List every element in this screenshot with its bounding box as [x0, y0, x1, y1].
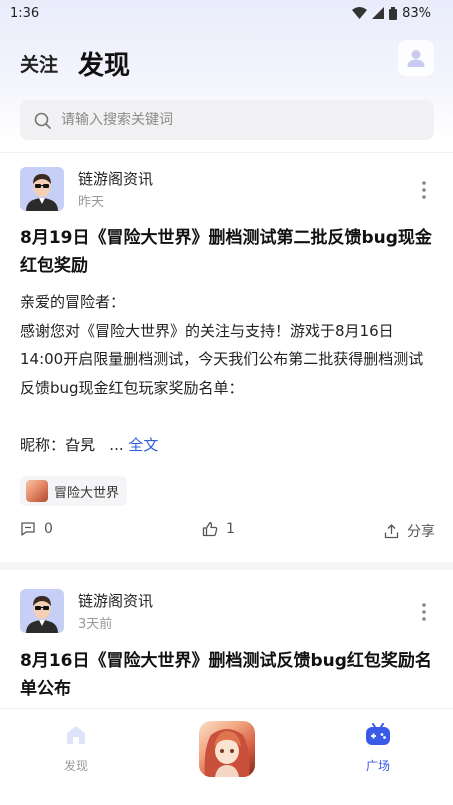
post-header: 链游阁资讯 3天前: [0, 589, 453, 635]
like-count: 1: [226, 521, 235, 537]
nav-discover[interactable]: 发现: [36, 723, 116, 774]
read-full-link[interactable]: 全文: [128, 436, 158, 454]
thumbs-up-icon: [202, 521, 218, 537]
share-label: 分享: [407, 524, 435, 540]
battery-percent: 83%: [402, 5, 431, 21]
post-card[interactable]: 链游阁资讯 3天前 8月16日《冒险大世界》删档测试反馈bug红包奖励名单公布: [0, 589, 453, 709]
nav-discover-label: 发现: [63, 759, 88, 773]
tab-discover[interactable]: 发现: [78, 45, 130, 82]
share-icon: [384, 523, 399, 538]
post-body-text: 亲爱的冒险者： 感谢您对《冒险大世界》的关注与支持！游戏于8月16日14:00开…: [20, 293, 424, 454]
game-tag-label: 冒险大世界: [54, 485, 120, 501]
game-launcher-button[interactable]: [199, 721, 255, 777]
profile-button[interactable]: [398, 40, 434, 76]
post-time: 昨天: [78, 195, 105, 210]
search-input[interactable]: [61, 112, 401, 128]
status-time: 1:36: [10, 5, 40, 21]
battery-icon: [389, 6, 398, 20]
author-name[interactable]: 链游阁资讯: [78, 590, 153, 611]
gamepad-icon: [366, 723, 390, 745]
post-title[interactable]: 8月16日《冒险大世界》删档测试反馈bug红包奖励名单公布: [20, 647, 434, 703]
share-button[interactable]: 分享: [384, 521, 435, 541]
game-thumbnail: [26, 480, 48, 502]
post-title[interactable]: 8月19日《冒险大世界》删档测试第二批反馈bug现金红包奖励: [20, 224, 434, 280]
home-icon: [67, 726, 85, 744]
signal-icon: [372, 7, 385, 19]
game-character-icon: [204, 729, 250, 777]
comment-count: 0: [44, 521, 53, 537]
search-icon: [34, 112, 51, 129]
like-button[interactable]: 1: [202, 521, 235, 537]
post-time: 3天前: [78, 617, 113, 632]
avatar-figure-icon: [20, 167, 64, 211]
more-options-icon[interactable]: [421, 602, 427, 622]
author-avatar[interactable]: [20, 589, 64, 633]
section-divider: [0, 562, 453, 570]
user-icon: [407, 50, 425, 67]
status-bar: 1:36 83%: [0, 0, 453, 26]
comment-icon: [21, 522, 35, 536]
author-avatar[interactable]: [20, 167, 64, 211]
comment-button[interactable]: 0: [20, 521, 53, 537]
divider: [0, 152, 453, 153]
avatar-figure-icon: [20, 589, 64, 633]
post-card[interactable]: 链游阁资讯 昨天 8月19日《冒险大世界》删档测试第二批反馈bug现金红包奖励 …: [0, 167, 453, 557]
tab-follow[interactable]: 关注: [20, 50, 58, 77]
search-bar[interactable]: [20, 100, 434, 140]
game-tag[interactable]: 冒险大世界: [20, 476, 128, 506]
wifi-icon: [352, 7, 368, 19]
status-icons: 83%: [352, 6, 431, 21]
nav-square[interactable]: 广场: [338, 723, 418, 774]
more-options-icon[interactable]: [421, 180, 427, 200]
nav-square-label: 广场: [365, 759, 390, 773]
author-name[interactable]: 链游阁资讯: [78, 168, 153, 189]
top-header: 关注 发现: [0, 40, 453, 86]
post-actions: 0 1 分享: [0, 521, 453, 543]
bottom-nav: 发现 广场: [0, 708, 453, 805]
post-header: 链游阁资讯 昨天: [0, 167, 453, 213]
post-body[interactable]: 亲爱的冒险者： 感谢您对《冒险大世界》的关注与支持！游戏于8月16日14:00开…: [20, 288, 434, 459]
